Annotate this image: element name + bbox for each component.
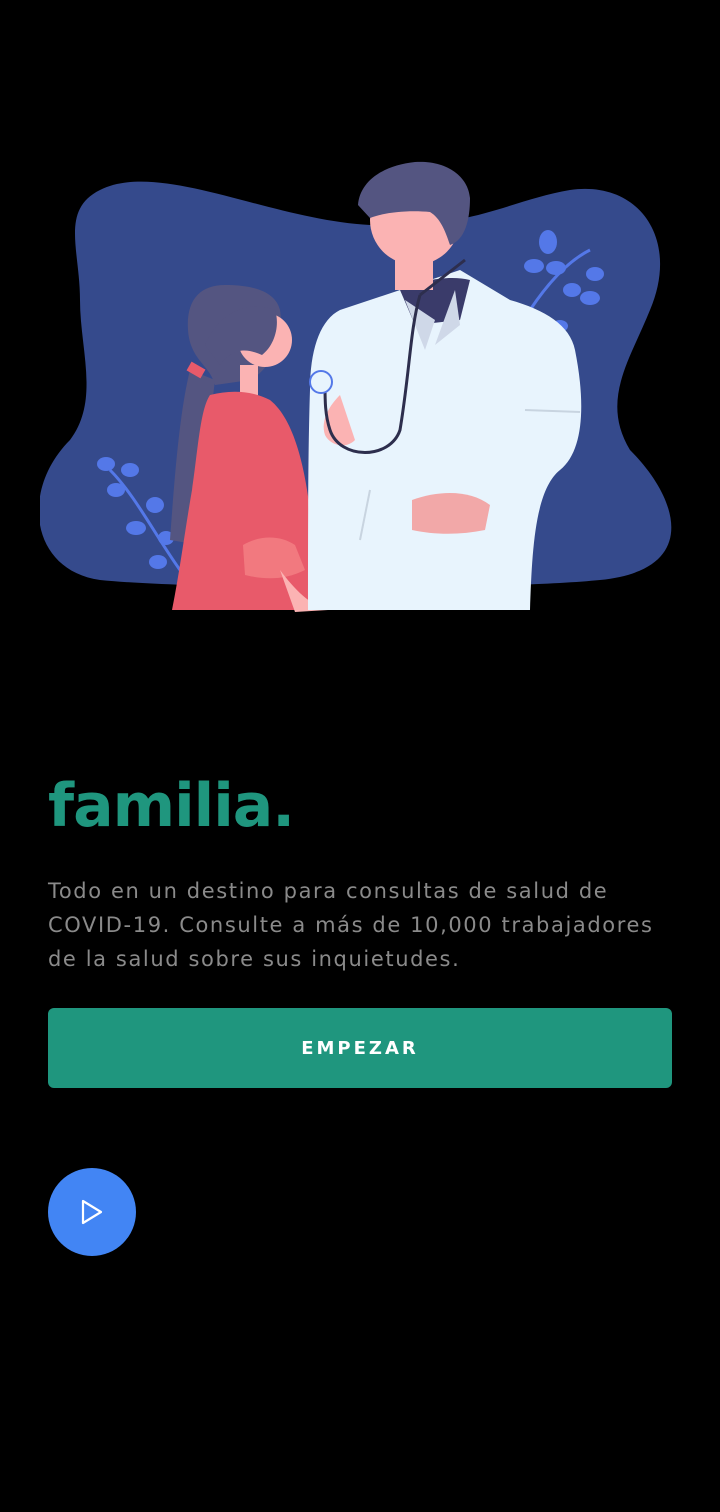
page-title: familia. <box>48 771 295 841</box>
play-button[interactable] <box>48 1168 136 1256</box>
hero-illustration <box>40 150 680 620</box>
play-icon <box>81 1199 103 1225</box>
start-button[interactable]: EMPEZAR <box>48 1008 672 1088</box>
description-text: Todo en un destino para consultas de sal… <box>48 879 654 971</box>
